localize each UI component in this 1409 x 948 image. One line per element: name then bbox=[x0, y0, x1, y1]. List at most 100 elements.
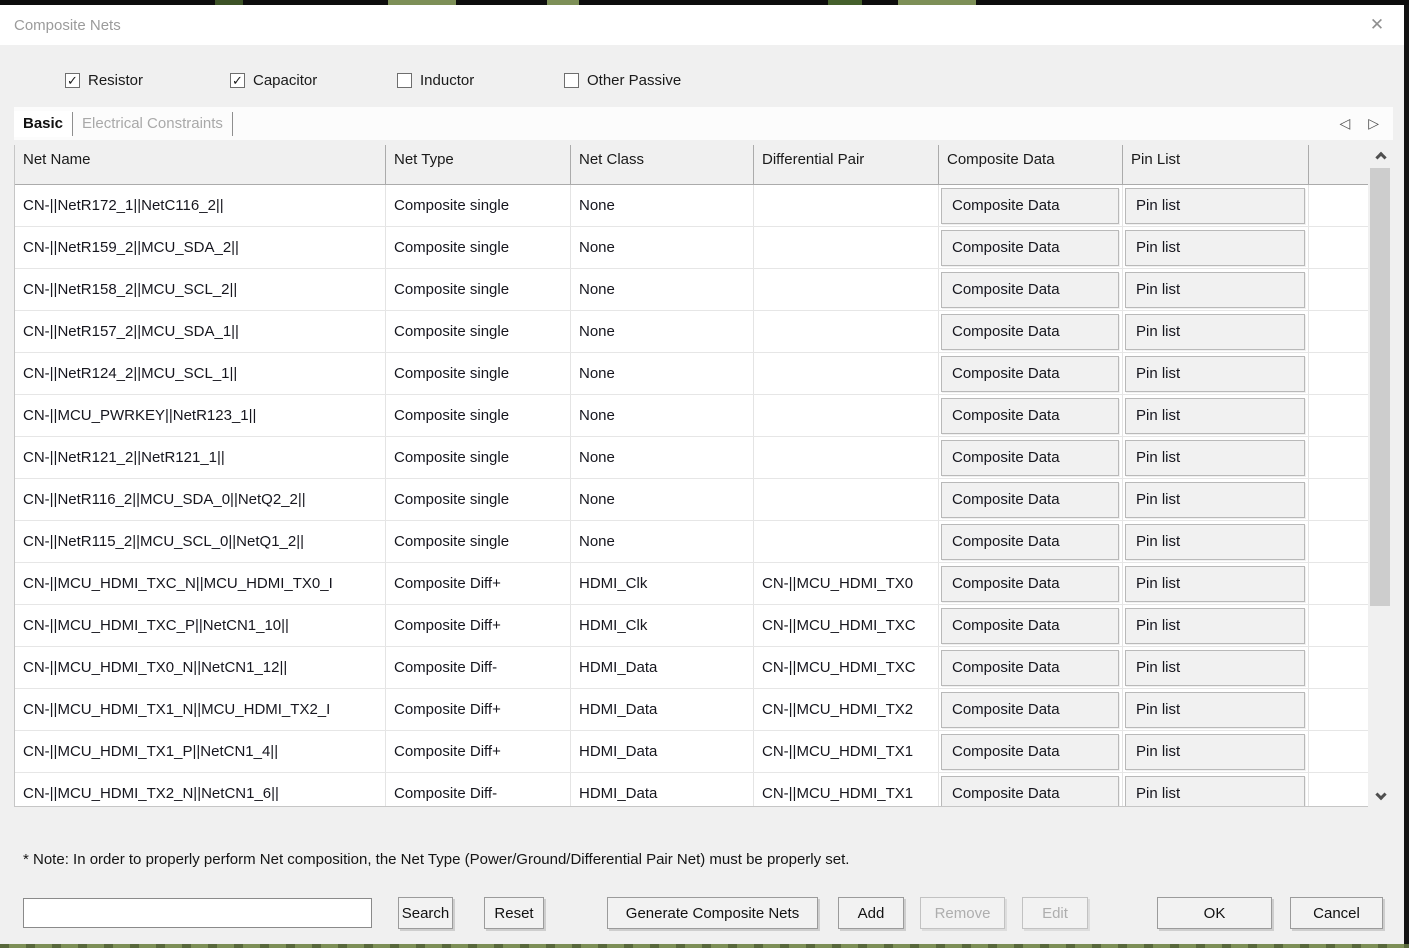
net-class-cell[interactable]: HDMI_Clk bbox=[571, 563, 754, 604]
net-class-cell[interactable]: HDMI_Data bbox=[571, 647, 754, 688]
net-class-cell[interactable]: None bbox=[571, 185, 754, 226]
table-row[interactable]: CN-||NetR172_1||NetC116_2|| Composite si… bbox=[15, 185, 1368, 227]
net-name-cell[interactable]: CN-||NetR124_2||MCU_SCL_1|| bbox=[15, 353, 386, 394]
net-type-cell[interactable]: Composite Diff+ bbox=[386, 689, 571, 730]
pin-list-button[interactable]: Pin list bbox=[1125, 398, 1305, 434]
table-row[interactable]: CN-||MCU_HDMI_TXC_N||MCU_HDMI_TX0_I Comp… bbox=[15, 563, 1368, 605]
composite-data-button[interactable]: Composite Data bbox=[941, 608, 1119, 644]
net-type-cell[interactable]: Composite single bbox=[386, 311, 571, 352]
composite-data-button[interactable]: Composite Data bbox=[941, 356, 1119, 392]
pin-list-button[interactable]: Pin list bbox=[1125, 440, 1305, 476]
tab-basic[interactable]: Basic bbox=[14, 111, 72, 137]
pin-list-button[interactable]: Pin list bbox=[1125, 314, 1305, 350]
table-row[interactable]: CN-||NetR124_2||MCU_SCL_1|| Composite si… bbox=[15, 353, 1368, 395]
differential-pair-cell[interactable]: CN-||MCU_HDMI_TXC bbox=[754, 647, 939, 688]
composite-data-button[interactable]: Composite Data bbox=[941, 566, 1119, 602]
differential-pair-cell[interactable]: CN-||MCU_HDMI_TX1 bbox=[754, 731, 939, 772]
net-class-cell[interactable]: None bbox=[571, 479, 754, 520]
composite-data-button[interactable]: Composite Data bbox=[941, 482, 1119, 518]
column-header-differential-pair[interactable]: Differential Pair bbox=[754, 145, 939, 184]
table-row[interactable]: CN-||NetR116_2||MCU_SDA_0||NetQ2_2|| Com… bbox=[15, 479, 1368, 521]
checkbox-resistor[interactable]: ✓ Resistor bbox=[65, 67, 143, 93]
pin-list-button[interactable]: Pin list bbox=[1125, 650, 1305, 686]
column-header-net-type[interactable]: Net Type bbox=[386, 145, 571, 184]
composite-data-button[interactable]: Composite Data bbox=[941, 650, 1119, 686]
scroll-down-icon[interactable] bbox=[1368, 787, 1393, 805]
table-row[interactable]: CN-||NetR121_2||NetR121_1|| Composite si… bbox=[15, 437, 1368, 479]
pin-list-button[interactable]: Pin list bbox=[1125, 188, 1305, 224]
net-type-cell[interactable]: Composite single bbox=[386, 269, 571, 310]
net-name-cell[interactable]: CN-||MCU_HDMI_TX2_N||NetCN1_6|| bbox=[15, 773, 386, 807]
net-class-cell[interactable]: None bbox=[571, 521, 754, 562]
generate-composite-nets-button[interactable]: Generate Composite Nets bbox=[607, 897, 818, 929]
net-class-cell[interactable]: None bbox=[571, 437, 754, 478]
composite-data-button[interactable]: Composite Data bbox=[941, 398, 1119, 434]
pin-list-button[interactable]: Pin list bbox=[1125, 230, 1305, 266]
differential-pair-cell[interactable] bbox=[754, 269, 939, 310]
net-type-cell[interactable]: Composite single bbox=[386, 437, 571, 478]
net-name-cell[interactable]: CN-||NetR115_2||MCU_SCL_0||NetQ1_2|| bbox=[15, 521, 386, 562]
net-class-cell[interactable]: None bbox=[571, 353, 754, 394]
checkbox-inductor[interactable]: Inductor bbox=[397, 67, 474, 93]
net-type-cell[interactable]: Composite Diff+ bbox=[386, 731, 571, 772]
pin-list-button[interactable]: Pin list bbox=[1125, 776, 1305, 808]
differential-pair-cell[interactable] bbox=[754, 395, 939, 436]
differential-pair-cell[interactable] bbox=[754, 521, 939, 562]
net-class-cell[interactable]: HDMI_Data bbox=[571, 731, 754, 772]
net-class-cell[interactable]: HDMI_Clk bbox=[571, 605, 754, 646]
ok-button[interactable]: OK bbox=[1157, 897, 1272, 929]
net-name-cell[interactable]: CN-||MCU_HDMI_TX1_N||MCU_HDMI_TX2_I bbox=[15, 689, 386, 730]
scrollbar-thumb[interactable] bbox=[1370, 168, 1390, 606]
differential-pair-cell[interactable]: CN-||MCU_HDMI_TX0 bbox=[754, 563, 939, 604]
pin-list-button[interactable]: Pin list bbox=[1125, 272, 1305, 308]
net-name-cell[interactable]: CN-||MCU_PWRKEY||NetR123_1|| bbox=[15, 395, 386, 436]
add-button[interactable]: Add bbox=[838, 897, 904, 929]
table-row[interactable]: CN-||MCU_PWRKEY||NetR123_1|| Composite s… bbox=[15, 395, 1368, 437]
composite-data-button[interactable]: Composite Data bbox=[941, 524, 1119, 560]
net-class-cell[interactable]: None bbox=[571, 227, 754, 268]
net-type-cell[interactable]: Composite single bbox=[386, 185, 571, 226]
net-class-cell[interactable]: HDMI_Data bbox=[571, 689, 754, 730]
table-row[interactable]: CN-||MCU_HDMI_TX2_N||NetCN1_6|| Composit… bbox=[15, 773, 1368, 807]
differential-pair-cell[interactable]: CN-||MCU_HDMI_TX1 bbox=[754, 773, 939, 807]
net-name-cell[interactable]: CN-||MCU_HDMI_TX1_P||NetCN1_4|| bbox=[15, 731, 386, 772]
differential-pair-cell[interactable] bbox=[754, 479, 939, 520]
vertical-scrollbar[interactable] bbox=[1368, 145, 1393, 807]
table-row[interactable]: CN-||NetR158_2||MCU_SCL_2|| Composite si… bbox=[15, 269, 1368, 311]
table-row[interactable]: CN-||NetR157_2||MCU_SDA_1|| Composite si… bbox=[15, 311, 1368, 353]
composite-data-button[interactable]: Composite Data bbox=[941, 440, 1119, 476]
net-type-cell[interactable]: Composite single bbox=[386, 521, 571, 562]
differential-pair-cell[interactable] bbox=[754, 437, 939, 478]
composite-data-button[interactable]: Composite Data bbox=[941, 188, 1119, 224]
composite-data-button[interactable]: Composite Data bbox=[941, 272, 1119, 308]
differential-pair-cell[interactable] bbox=[754, 185, 939, 226]
search-button[interactable]: Search bbox=[398, 897, 453, 929]
net-type-cell[interactable]: Composite single bbox=[386, 479, 571, 520]
composite-data-button[interactable]: Composite Data bbox=[941, 734, 1119, 770]
table-row[interactable]: CN-||MCU_HDMI_TX0_N||NetCN1_12|| Composi… bbox=[15, 647, 1368, 689]
differential-pair-cell[interactable]: CN-||MCU_HDMI_TXC bbox=[754, 605, 939, 646]
differential-pair-cell[interactable] bbox=[754, 227, 939, 268]
net-name-cell[interactable]: CN-||MCU_HDMI_TXC_N||MCU_HDMI_TX0_I bbox=[15, 563, 386, 604]
pin-list-button[interactable]: Pin list bbox=[1125, 482, 1305, 518]
table-row[interactable]: CN-||NetR115_2||MCU_SCL_0||NetQ1_2|| Com… bbox=[15, 521, 1368, 563]
net-class-cell[interactable]: None bbox=[571, 269, 754, 310]
pin-list-button[interactable]: Pin list bbox=[1125, 356, 1305, 392]
tab-electrical-constraints[interactable]: Electrical Constraints bbox=[73, 111, 232, 137]
net-name-cell[interactable]: CN-||NetR172_1||NetC116_2|| bbox=[15, 185, 386, 226]
column-header-net-class[interactable]: Net Class bbox=[571, 145, 754, 184]
cancel-button[interactable]: Cancel bbox=[1290, 897, 1383, 929]
differential-pair-cell[interactable]: CN-||MCU_HDMI_TX2 bbox=[754, 689, 939, 730]
differential-pair-cell[interactable] bbox=[754, 311, 939, 352]
column-header-composite-data[interactable]: Composite Data bbox=[939, 145, 1123, 184]
search-input[interactable] bbox=[23, 898, 372, 928]
checkbox-other-passive[interactable]: Other Passive bbox=[564, 67, 681, 93]
composite-data-button[interactable]: Composite Data bbox=[941, 776, 1119, 808]
table-row[interactable]: CN-||NetR159_2||MCU_SDA_2|| Composite si… bbox=[15, 227, 1368, 269]
composite-data-button[interactable]: Composite Data bbox=[941, 314, 1119, 350]
tab-scroll-left-icon[interactable]: ◁ bbox=[1339, 115, 1350, 132]
net-name-cell[interactable]: CN-||NetR158_2||MCU_SCL_2|| bbox=[15, 269, 386, 310]
differential-pair-cell[interactable] bbox=[754, 353, 939, 394]
pin-list-button[interactable]: Pin list bbox=[1125, 692, 1305, 728]
checkbox-capacitor[interactable]: ✓ Capacitor bbox=[230, 67, 317, 93]
